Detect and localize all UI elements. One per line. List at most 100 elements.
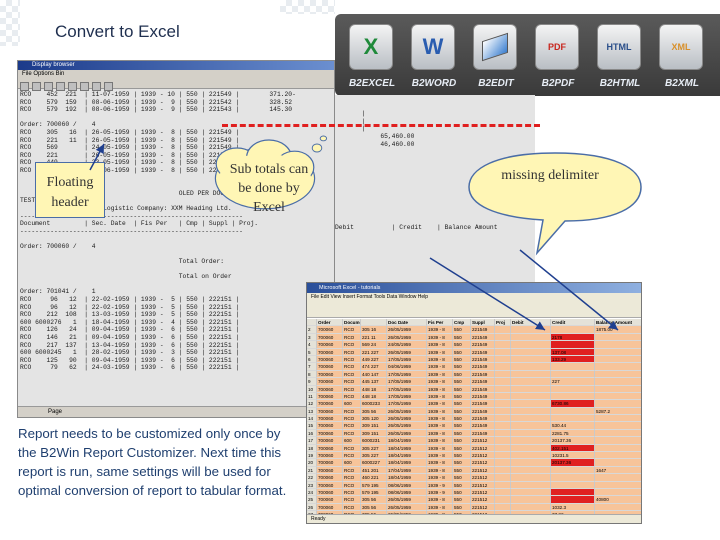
table-cell[interactable]: 221549 <box>471 378 495 386</box>
table-cell[interactable]: 700060 <box>317 444 343 453</box>
table-cell[interactable] <box>595 415 641 423</box>
table-cell[interactable] <box>551 341 595 349</box>
table-cell[interactable]: 569 24 <box>361 341 387 349</box>
table-cell[interactable]: 1939 - 8 <box>427 437 453 445</box>
table-cell[interactable] <box>495 370 511 379</box>
table-cell[interactable]: 221549 <box>471 326 495 334</box>
table-cell[interactable]: 700060 <box>317 429 343 438</box>
table-cell[interactable]: 550 <box>453 370 471 379</box>
table-cell[interactable]: 1647 <box>595 466 641 475</box>
table-cell[interactable]: 550 <box>453 496 471 504</box>
table-cell[interactable] <box>511 488 551 497</box>
table-cell[interactable] <box>511 370 551 379</box>
table-cell[interactable]: 550 <box>453 481 471 489</box>
table-cell[interactable] <box>511 333 551 342</box>
table-cell[interactable]: 550 <box>453 326 471 334</box>
table-cell[interactable]: 221512 <box>471 437 495 445</box>
table-cell[interactable]: 26/05/1959 <box>387 429 427 438</box>
table-cell[interactable] <box>495 496 511 504</box>
table-cell[interactable] <box>551 363 595 371</box>
converter-b2pdf[interactable]: PDF B2PDF <box>527 20 589 96</box>
table-cell[interactable] <box>495 341 511 349</box>
table-cell[interactable]: RCO <box>343 378 361 386</box>
column-header[interactable] <box>361 319 387 327</box>
table-cell[interactable] <box>511 444 551 453</box>
table-cell[interactable] <box>495 392 511 401</box>
table-cell[interactable]: 6730.86 <box>551 400 595 408</box>
table-cell[interactable] <box>595 422 641 430</box>
table-cell[interactable]: 550 <box>453 444 471 453</box>
table-cell[interactable]: 550 <box>453 333 471 342</box>
table-cell[interactable] <box>511 392 551 401</box>
table-cell[interactable] <box>495 459 511 467</box>
table-cell[interactable]: 2178 <box>551 333 595 342</box>
table-cell[interactable] <box>495 363 511 371</box>
table-cell[interactable]: 26/05/1959 <box>387 326 427 334</box>
table-cell[interactable] <box>551 496 595 504</box>
table-cell[interactable]: 2281.75 <box>551 429 595 438</box>
table-cell[interactable] <box>595 392 641 401</box>
table-cell[interactable]: 600 <box>343 437 361 445</box>
table-cell[interactable] <box>595 444 641 453</box>
table-cell[interactable]: 550 <box>453 407 471 416</box>
table-cell[interactable] <box>595 378 641 386</box>
table-cell[interactable]: 1939 - 8 <box>427 466 453 475</box>
table-cell[interactable]: 1939 - 8 <box>427 429 453 438</box>
table-cell[interactable] <box>551 481 595 489</box>
table-cell[interactable]: 26/05/1959 <box>387 415 427 423</box>
table-cell[interactable] <box>551 415 595 423</box>
table-cell[interactable] <box>595 370 641 379</box>
column-header[interactable]: Suppl <box>471 319 495 327</box>
table-cell[interactable]: 24/05/1959 <box>387 341 427 349</box>
table-cell[interactable]: 474 227 <box>361 363 387 371</box>
table-cell[interactable] <box>495 452 511 460</box>
table-cell[interactable]: RCO <box>343 422 361 430</box>
table-cell[interactable]: 305 56 <box>361 496 387 504</box>
table-cell[interactable]: 1939 - 9 <box>427 481 453 489</box>
table-cell[interactable] <box>511 452 551 460</box>
table-cell[interactable]: 6000233 <box>361 400 387 408</box>
table-cell[interactable]: 700060 <box>317 378 343 386</box>
table-cell[interactable]: 550 <box>453 459 471 467</box>
table-cell[interactable]: 1939 - 8 <box>427 341 453 349</box>
table-cell[interactable]: 18/04/1959 <box>387 474 427 482</box>
table-cell[interactable] <box>511 400 551 408</box>
table-cell[interactable] <box>511 459 551 467</box>
table-cell[interactable]: 221512 <box>471 481 495 489</box>
table-cell[interactable]: 700060 <box>317 392 343 401</box>
table-cell[interactable] <box>511 437 551 445</box>
table-cell[interactable] <box>511 341 551 349</box>
table-cell[interactable]: 700060 <box>317 466 343 475</box>
tool-button[interactable] <box>68 82 77 91</box>
table-cell[interactable]: 221549 <box>471 415 495 423</box>
table-cell[interactable]: 17/05/1959 <box>387 378 427 386</box>
table-cell[interactable] <box>551 385 595 393</box>
table-cell[interactable] <box>511 348 551 356</box>
table-cell[interactable]: 18/04/1959 <box>387 452 427 460</box>
table-cell[interactable]: RCO <box>343 474 361 482</box>
table-cell[interactable] <box>511 355 551 364</box>
table-cell[interactable]: 1939 - 9 <box>427 488 453 497</box>
table-cell[interactable]: 700060 <box>317 348 343 356</box>
table-cell[interactable]: 700060 <box>317 437 343 445</box>
table-cell[interactable]: 448 18 <box>361 385 387 393</box>
table-cell[interactable]: 10231.5 <box>551 452 595 460</box>
table-cell[interactable]: 445 137 <box>361 378 387 386</box>
table-cell[interactable]: 221512 <box>471 444 495 453</box>
table-cell[interactable]: RCO <box>343 503 361 512</box>
tool-button[interactable] <box>92 82 101 91</box>
table-cell[interactable] <box>595 348 641 356</box>
converter-b2xml[interactable]: XML B2XML <box>651 20 713 96</box>
table-cell[interactable]: 221512 <box>471 488 495 497</box>
table-cell[interactable]: 227 <box>551 378 595 386</box>
table-cell[interactable]: 700060 <box>317 400 343 408</box>
table-cell[interactable]: 221512 <box>471 466 495 475</box>
column-header[interactable]: Debit <box>511 319 551 327</box>
table-cell[interactable]: 700060 <box>317 503 343 512</box>
table-cell[interactable] <box>495 326 511 334</box>
table-cell[interactable]: 221512 <box>471 452 495 460</box>
table-cell[interactable]: 1939 - 8 <box>427 363 453 371</box>
table-cell[interactable] <box>511 481 551 489</box>
table-cell[interactable] <box>595 481 641 489</box>
table-cell[interactable]: 40800 <box>595 496 641 504</box>
